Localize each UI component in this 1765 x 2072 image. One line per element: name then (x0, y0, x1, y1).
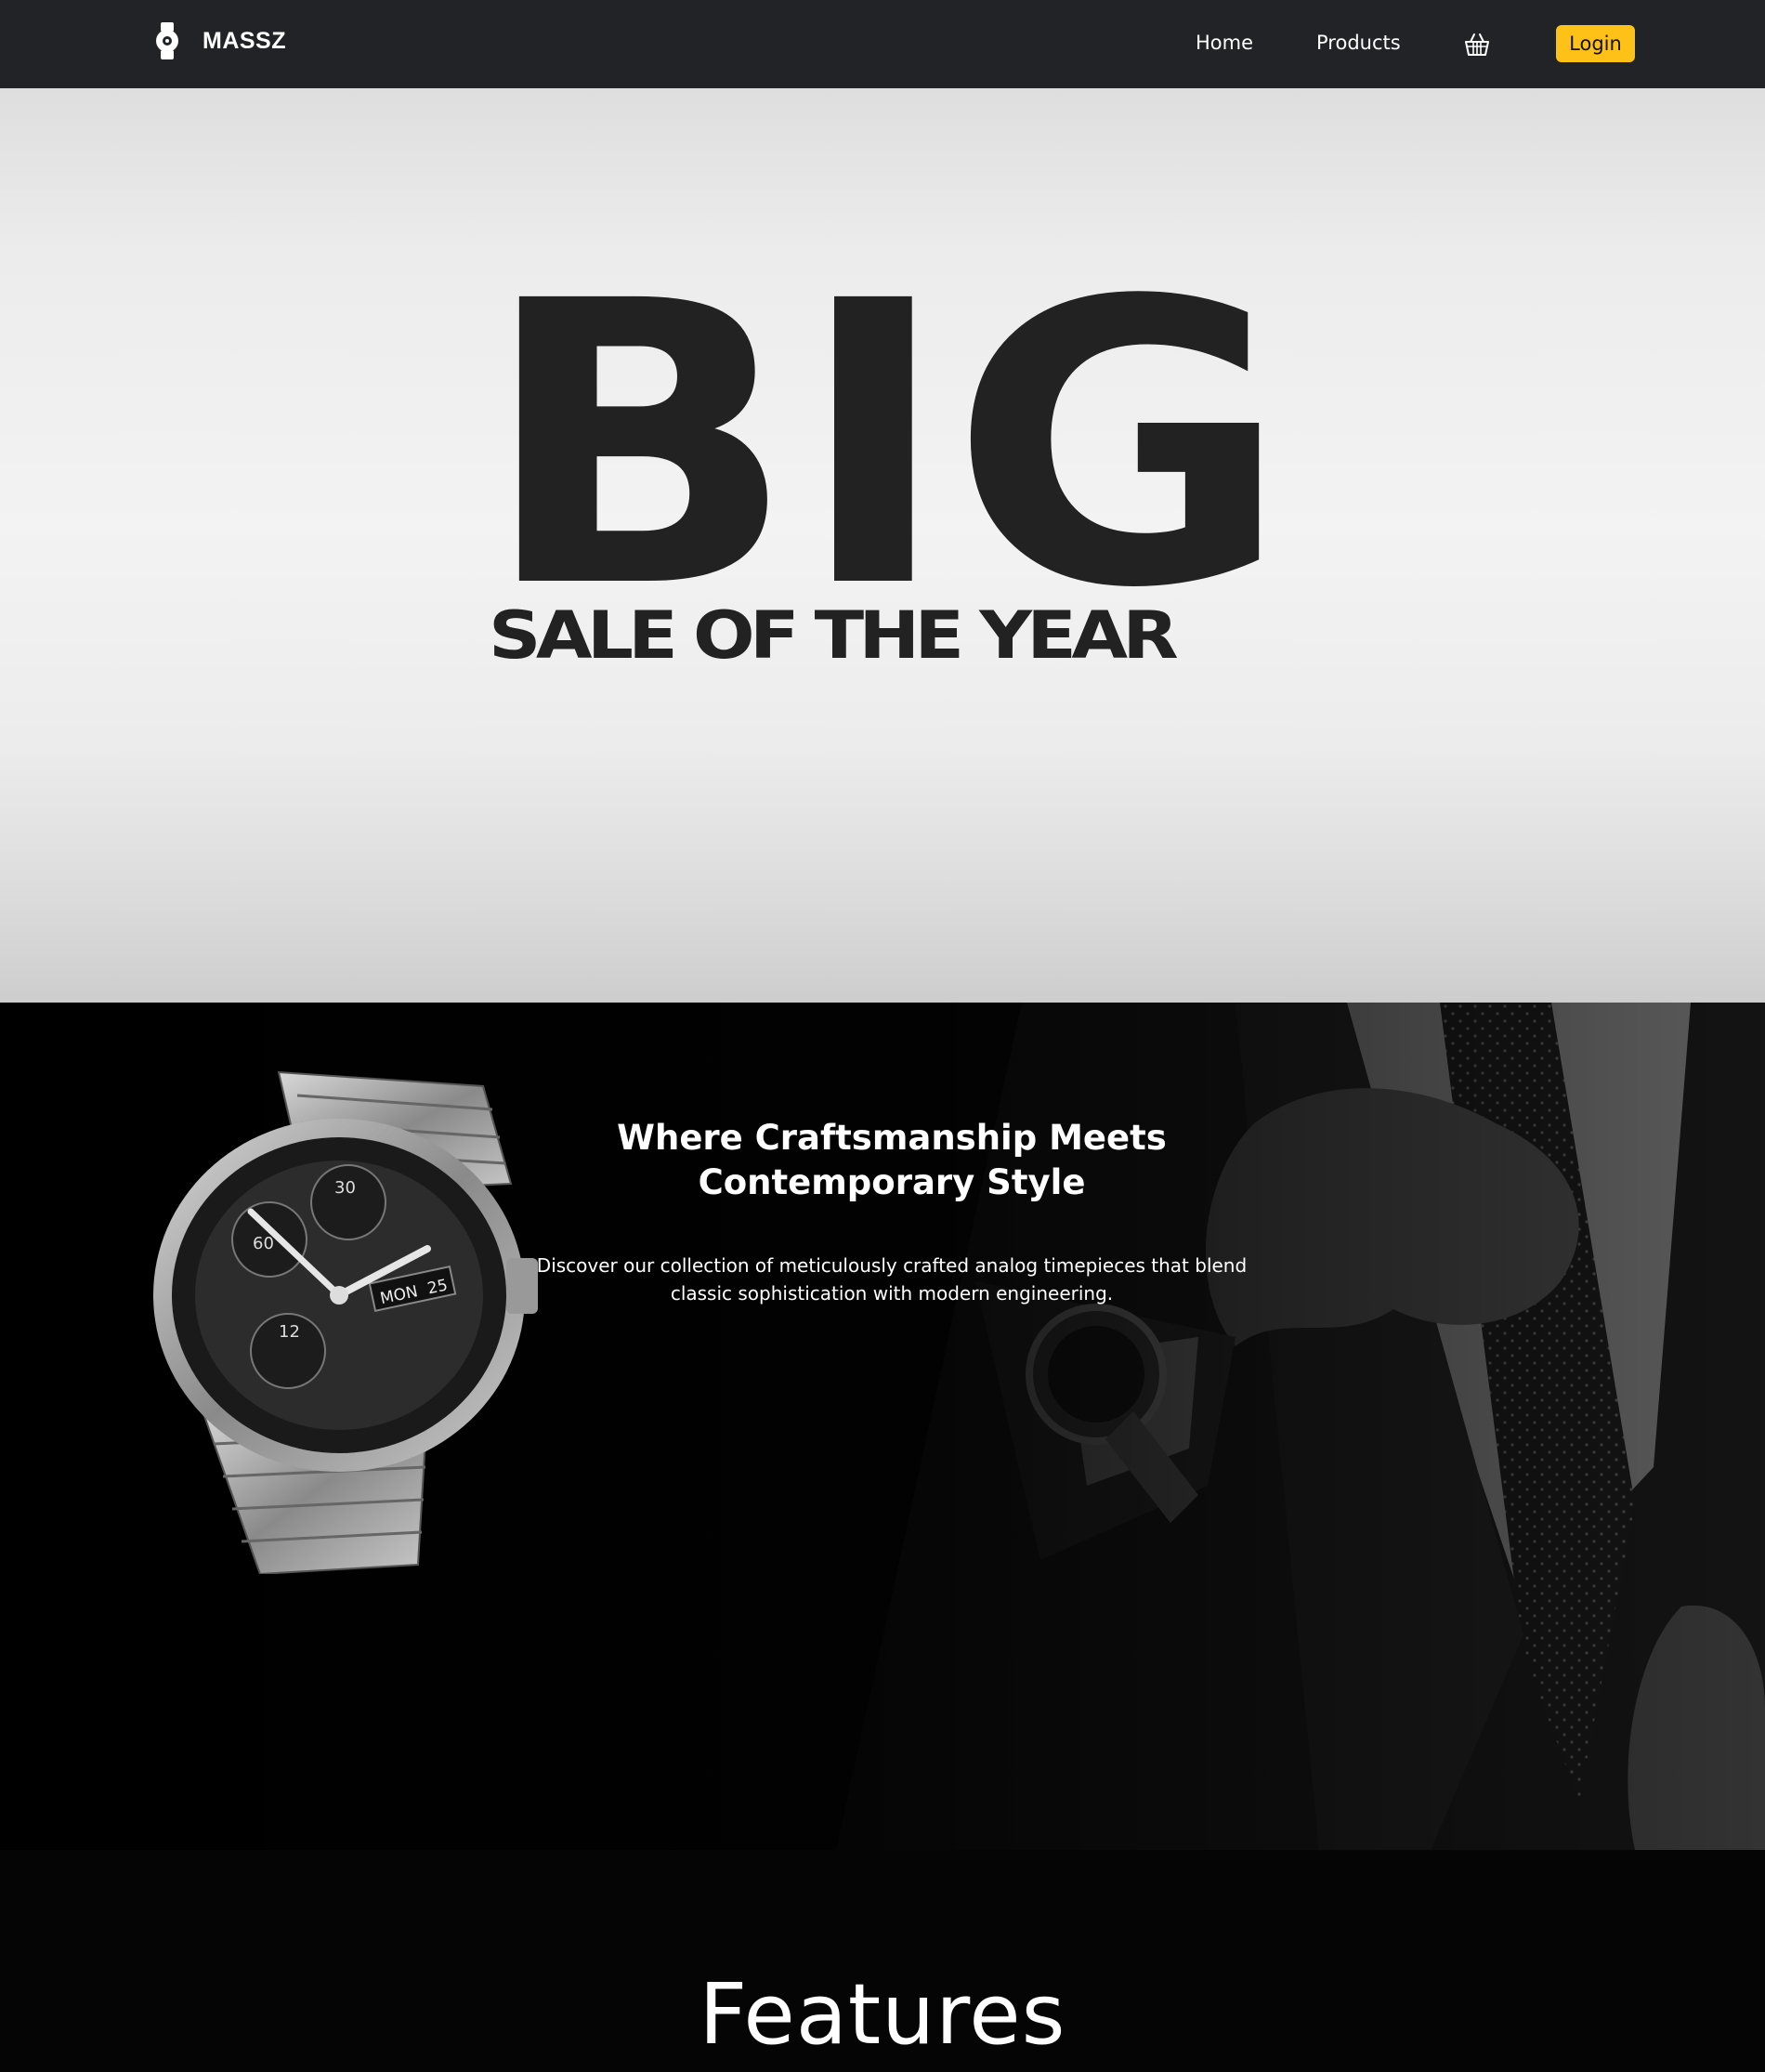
svg-text:60: 60 (253, 1234, 274, 1253)
watch-logo-icon (156, 22, 178, 59)
style-section: 60 30 12 MON 25 Where Craftsmanship Meet… (0, 1003, 1765, 1850)
svg-text:12: 12 (279, 1322, 300, 1342)
features-title: Features (699, 1966, 1066, 2064)
navbar: MASSZ Home Products Login (0, 0, 1765, 88)
nav-link-home[interactable]: Home (1196, 32, 1253, 54)
hero-headline: BIG (481, 254, 1289, 607)
brand[interactable]: MASSZ (154, 20, 286, 61)
features-section: Features (0, 1850, 1765, 2072)
svg-text:30: 30 (334, 1178, 356, 1198)
hero-subheadline: SALE OF THE YEAR (489, 597, 1179, 674)
style-section-title: Where Craftsmanship Meets Contemporary S… (617, 1118, 1167, 1202)
chronograph-watch-image: 60 30 12 MON 25 (153, 1070, 538, 1574)
nav-link-products[interactable]: Products (1316, 32, 1401, 54)
basket-icon[interactable] (1463, 31, 1491, 59)
login-button[interactable]: Login (1556, 25, 1635, 62)
style-section-description: Discover our collection of meticulously … (536, 1254, 1248, 1305)
svg-text:BIG: BIG (481, 254, 1289, 607)
hero-banner: BIG SALE OF THE YEAR (0, 88, 1765, 1003)
brand-name: MASSZ (203, 27, 286, 54)
